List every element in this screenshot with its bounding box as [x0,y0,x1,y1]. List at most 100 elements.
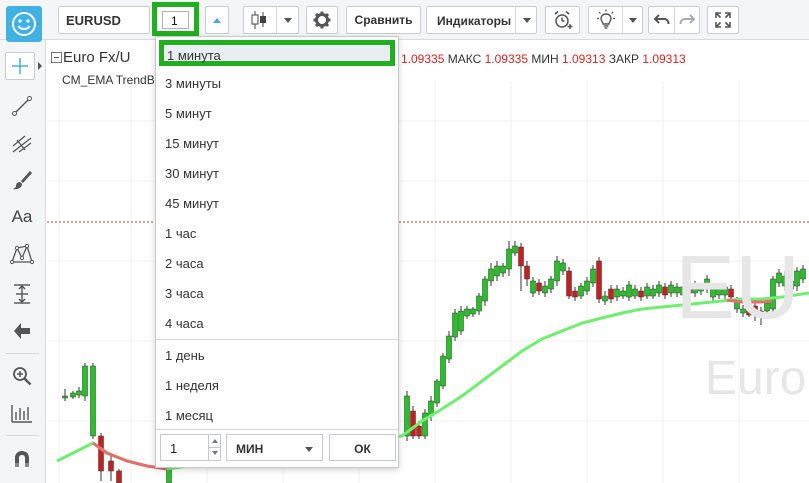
trendline-tool[interactable] [7,92,37,120]
candle-body [70,392,76,398]
fullscreen-button[interactable] [707,6,739,34]
interval-option[interactable]: 30 минут [157,157,397,187]
high-value: 1.09335 [484,52,528,66]
measure-tool[interactable] [7,280,37,308]
gear-icon [313,11,331,29]
crosshair-icon [12,58,28,74]
stepper-up-icon[interactable] [212,439,218,443]
interval-option[interactable]: 4 часа [157,307,397,337]
candle-body [638,290,644,298]
interval-option[interactable]: 15 минут [157,127,397,157]
symbol-input[interactable]: EURUSD [58,6,150,34]
stepper-down-icon[interactable] [212,451,218,455]
candlestick-icon [251,11,266,29]
candle-body [494,265,500,277]
interval-option[interactable]: 45 минут [157,187,397,217]
crosshair-tool[interactable] [5,52,35,80]
candle-body [572,290,578,298]
magnet-tool[interactable] [7,445,37,473]
pattern-tool[interactable] [7,240,37,268]
candle-body [602,295,608,302]
candle-body [488,268,494,282]
candle-body [470,308,476,315]
interval-option[interactable]: 1 неделя [157,369,397,399]
candle-body [482,278,488,302]
interval-button-highlight[interactable]: 1 [152,2,199,36]
candle-body [446,335,452,360]
alert-button[interactable] [545,6,580,34]
compare-button[interactable]: Сравнить [346,6,421,34]
candle-body [566,270,572,297]
interval-option[interactable]: 1 час [157,217,397,247]
candle-body [578,285,584,297]
undo-icon[interactable] [654,13,670,27]
drawing-toolbar: Aa [0,6,46,483]
interval-option[interactable]: 2 часа [157,247,397,277]
candle-body [524,265,530,280]
ohlc-values: 1.09335 МАКС 1.09335 МИН 1.09313 ЗАКР 1.… [401,52,686,66]
indicators-button[interactable]: Индикаторы [426,6,537,34]
candle-body [416,425,422,437]
arrow-left-icon [14,323,30,339]
text-tool[interactable]: Aa [7,203,37,231]
interval-unit-select[interactable]: МИН [226,434,323,461]
pitchfork-icon [12,135,32,153]
candle-body [662,286,668,296]
interval-option[interactable]: 5 минут [157,97,397,127]
undo-redo-group [648,6,700,34]
redo-icon[interactable] [679,13,695,27]
interval-stepper[interactable] [208,434,221,461]
candle-body [476,295,482,312]
candle-body [506,248,512,270]
high-label: МАКС [447,52,482,66]
interval-option[interactable]: 1 месяц [157,399,397,429]
candle-body [554,260,560,282]
candle-body [452,312,458,338]
low-label: МИН [531,52,559,66]
trendline-icon [12,96,32,116]
expand-arrow-icon[interactable] [38,62,42,70]
candle-body [548,278,554,290]
fullscreen-icon [715,12,731,28]
candle-body [590,268,596,284]
chart-style-button[interactable] [243,6,299,34]
magnet-icon [15,451,29,467]
indicator-legend: CM_EMA TrendB [62,73,155,87]
watermark-symbol: EU [675,238,801,338]
settings-button[interactable] [306,6,338,34]
interval-toggle-button[interactable] [205,6,229,34]
interval-option[interactable]: 3 часа [157,277,397,307]
ideas-button[interactable] [588,6,643,34]
interval-option-1-minute[interactable]: 1 минута [159,40,395,66]
candle-body [90,365,96,437]
candle-body [518,246,524,267]
ok-button[interactable]: ОК [329,434,396,461]
candle-body [108,460,114,472]
collapse-legend-icon[interactable] [51,52,62,63]
chart-symbol-title: Euro Fx/U [63,49,131,66]
zoom-icon [13,367,32,386]
close-label: ЗАКР [608,52,639,66]
watermark-name: Euro [705,352,807,405]
candle-body [440,355,446,387]
profile-button[interactable] [6,6,42,42]
pitchfork-tool[interactable] [7,129,37,157]
interval-dropdown: 1 минута 3 минуты 5 минут 15 минут 30 ми… [155,36,399,468]
candle-body [410,410,416,437]
remove-drawings-tool[interactable] [7,317,37,345]
chevron-down-icon [305,447,313,452]
interval-option[interactable]: 1 день [157,339,397,369]
bars-pattern-tool[interactable] [7,399,37,427]
candle-body [626,284,632,298]
interval-option[interactable]: 3 минуты [157,67,397,97]
indicators-label: Индикаторы [437,14,512,28]
pattern-icon [10,243,34,265]
zoom-tool[interactable] [7,362,37,390]
candle-body [76,390,82,396]
candle-body [434,380,440,404]
interval-input[interactable]: 1 [162,11,189,29]
candle-body [542,285,548,294]
brush-tool[interactable] [7,166,37,194]
candle-body [464,308,470,317]
candle-body [98,435,104,472]
